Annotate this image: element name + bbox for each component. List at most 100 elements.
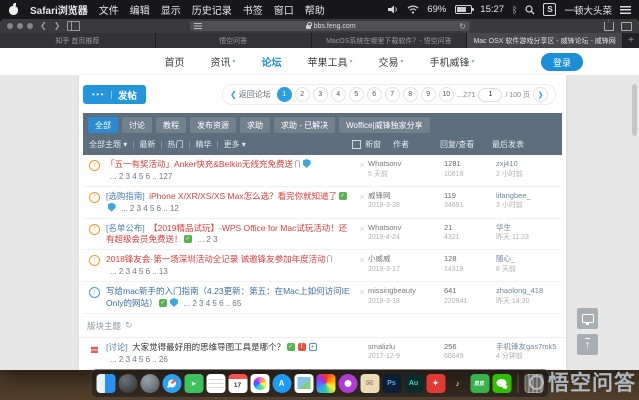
audition-icon[interactable]: Au	[404, 374, 423, 393]
thread-title-link[interactable]: 2018锋友会·第一场深圳活动全记录 诚邀锋友参加年度活动	[106, 254, 326, 264]
photoshop-icon[interactable]: Ps	[382, 374, 401, 393]
page-button[interactable]: 5	[348, 87, 364, 102]
site-nav-item[interactable]: 论坛	[261, 54, 281, 69]
spotlight-search-icon[interactable]	[525, 4, 535, 15]
photos-icon[interactable]	[250, 374, 269, 393]
menubar-clock[interactable]: 15:27	[480, 4, 504, 15]
category-tab[interactable]: 求助	[240, 117, 270, 133]
battery-icon[interactable]	[455, 5, 475, 14]
menu-item[interactable]: 帮助	[305, 2, 325, 17]
url-text[interactable]: bbs.feng.com	[314, 23, 356, 30]
login-button[interactable]: 登录	[540, 53, 583, 71]
apple-menu-icon[interactable]	[8, 3, 19, 15]
thread-page-links[interactable]: ... 2 3 4 5 6 .. 12	[121, 204, 179, 213]
forward-button[interactable]: ❯	[54, 22, 61, 30]
bluetooth-icon[interactable]: ᛒ	[512, 5, 517, 15]
category-tab[interactable]: 发布资源	[190, 117, 236, 133]
thread-page-links[interactable]: ... 2 3 4 5 6 .. 26	[110, 355, 168, 364]
app-store-icon[interactable]: A	[272, 374, 291, 393]
menu-item[interactable]: 显示	[161, 2, 181, 17]
thread-title-link[interactable]: iPhone X/XR/XS/XS Max怎么选？看完你就知道了	[149, 191, 337, 201]
minimize-window-button[interactable]	[17, 23, 23, 29]
thread-tag[interactable]: [选购指南]	[106, 191, 147, 201]
page-button[interactable]: 9	[420, 87, 436, 102]
account-name[interactable]: 一顿大头菜	[564, 3, 612, 17]
zoom-window-button[interactable]	[27, 23, 33, 29]
sort-link[interactable]: 最新	[127, 140, 155, 149]
launchpad-icon[interactable]	[118, 374, 137, 393]
category-tab[interactable]: 全部	[88, 117, 118, 133]
page-button[interactable]: 6	[366, 87, 382, 102]
traffic-lights[interactable]	[7, 23, 33, 29]
back-to-forum-link[interactable]: ❮ 返回论坛	[230, 89, 271, 100]
close-icon[interactable]: ×	[356, 223, 368, 236]
close-window-button[interactable]	[7, 23, 13, 29]
browser-tab[interactable]: Mac OSX 软件游戏分享区 - 威锋论坛 - 威锋网	[467, 33, 623, 48]
site-nav-item[interactable]: 苹果工具 ▾	[307, 54, 352, 69]
browser-tab[interactable]: 知乎 首页推荐	[0, 33, 156, 48]
sort-link[interactable]: 全部主题 ▾	[89, 140, 127, 149]
final-cut-icon[interactable]	[338, 374, 357, 393]
browser-tab[interactable]: 悟空问答	[155, 33, 312, 48]
menu-item[interactable]: 历史记录	[192, 2, 232, 17]
music-icon[interactable]	[316, 374, 335, 393]
notes-icon[interactable]	[206, 374, 225, 393]
preview-icon[interactable]	[294, 374, 313, 393]
siri-icon[interactable]	[140, 374, 159, 393]
author-name[interactable]: 小威威	[368, 254, 444, 265]
category-tab[interactable]: 教程	[156, 117, 186, 133]
last-poster-name[interactable]: 随心_	[496, 254, 560, 265]
thread-title-link[interactable]: 大家觉得最好用的思维导图工具是哪个？	[132, 342, 285, 352]
reader-mode-icon[interactable]	[194, 23, 202, 29]
page-button[interactable]: 4	[330, 87, 346, 102]
menu-item[interactable]: Safari浏览器	[30, 2, 88, 17]
sort-link[interactable]: 热门	[155, 140, 183, 149]
new-tab-button[interactable]: +	[623, 33, 639, 48]
last-poster-name[interactable]: 华生	[496, 223, 560, 234]
thread-page-links[interactable]: ... 2 3	[198, 235, 218, 244]
input-method-icon[interactable]: S	[543, 3, 557, 16]
author-name[interactable]: Whatsonv	[368, 159, 444, 170]
tab-overview-icon[interactable]	[621, 19, 635, 31]
category-tab[interactable]: Woffice|威锋独家分享	[339, 117, 430, 133]
page-button[interactable]: 1	[276, 87, 292, 102]
sort-link[interactable]: 精华	[183, 140, 211, 149]
share-icon[interactable]	[604, 19, 614, 31]
close-icon[interactable]: ×	[356, 191, 368, 204]
author-name[interactable]: Whatsonv	[368, 223, 444, 234]
site-nav-item[interactable]: 首页	[164, 54, 184, 69]
thread-page-links[interactable]: ... 2 3 4 5 6 .. 127	[110, 172, 172, 181]
site-nav-item[interactable]: 资讯 ▾	[210, 54, 235, 69]
page-button[interactable]: 10	[438, 87, 454, 102]
wechat-icon[interactable]	[492, 374, 511, 393]
notification-center-icon[interactable]	[620, 5, 631, 14]
back-button[interactable]: ❮	[40, 22, 47, 30]
menu-item[interactable]: 编辑	[130, 2, 150, 17]
category-tab[interactable]: 讨论	[122, 117, 152, 133]
safari-icon[interactable]	[162, 374, 181, 393]
sort-link[interactable]: 更多 ▾	[211, 140, 245, 149]
site-nav-item[interactable]: 手机威锋 ▾	[430, 54, 475, 69]
netease-music-icon[interactable]: ♪	[448, 374, 467, 393]
browser-tab[interactable]: MacOS系统在哪里下载软件？- 悟空问答	[311, 33, 468, 48]
last-poster-name[interactable]: zhaolong_418	[496, 286, 560, 297]
page-button[interactable]: 2	[294, 87, 310, 102]
green-app-icon[interactable]: 皮皮	[470, 374, 489, 393]
next-page-button[interactable]: ❯	[533, 87, 548, 102]
menu-item[interactable]: 文件	[99, 2, 119, 17]
thread-tag[interactable]: [名单公布]	[106, 223, 147, 233]
last-poster-name[interactable]: 手机锋友gas7mk5	[496, 342, 560, 353]
volume-icon[interactable]	[388, 5, 399, 14]
page-button[interactable]: 3	[312, 87, 328, 102]
last-poster-name[interactable]: zxj410	[496, 159, 560, 170]
feedback-button[interactable]	[577, 308, 598, 329]
telegram-icon[interactable]: ➤	[184, 374, 203, 393]
finder-icon[interactable]	[96, 374, 115, 393]
menu-item[interactable]: 书签	[243, 2, 263, 17]
page-button[interactable]: 8	[402, 87, 418, 102]
last-poster-name[interactable]: lifangbee_	[496, 191, 560, 202]
page-jump-input[interactable]	[478, 87, 503, 102]
thunder-icon[interactable]: ✦	[426, 374, 445, 393]
category-tab[interactable]: 求助 - 已解决	[274, 117, 336, 133]
back-to-top-button[interactable]: ↑	[577, 334, 598, 355]
